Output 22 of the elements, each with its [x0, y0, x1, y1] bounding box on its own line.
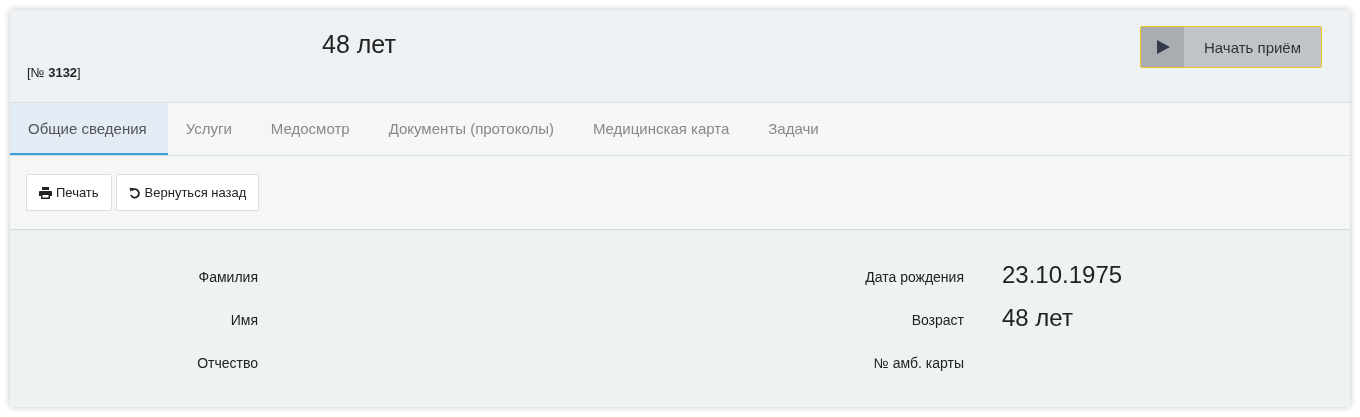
field-label: Дата рождения: [865, 269, 964, 285]
printer-icon: [39, 186, 52, 199]
field-label: Возраст: [911, 312, 964, 328]
tab[interactable]: Общие сведения: [10, 103, 168, 155]
field-value: 48 лет: [1002, 304, 1073, 331]
field-label: Имя: [230, 312, 258, 328]
tab[interactable]: Медицинская карта: [574, 103, 751, 155]
back-button[interactable]: Вернуться назад: [115, 174, 260, 211]
undo-icon: [128, 186, 141, 199]
tab[interactable]: Медосмотр: [252, 103, 371, 155]
start-appointment-button[interactable]: Начать приём: [1140, 26, 1322, 68]
field-label: Отчество: [197, 355, 258, 371]
print-button[interactable]: Печать: [26, 174, 112, 211]
field-label: Фамилия: [198, 269, 258, 285]
tab[interactable]: Задачи: [750, 103, 840, 155]
play-icon: [1155, 40, 1170, 54]
patient-age: 48 лет: [321, 30, 397, 60]
tab[interactable]: Документы (протоколы): [370, 103, 575, 155]
field-label: № амб. карты: [873, 355, 964, 371]
tab[interactable]: Услуги: [167, 103, 253, 155]
field-value: 23.10.1975: [1002, 261, 1123, 288]
record-number: [№ 3132]: [27, 65, 81, 80]
